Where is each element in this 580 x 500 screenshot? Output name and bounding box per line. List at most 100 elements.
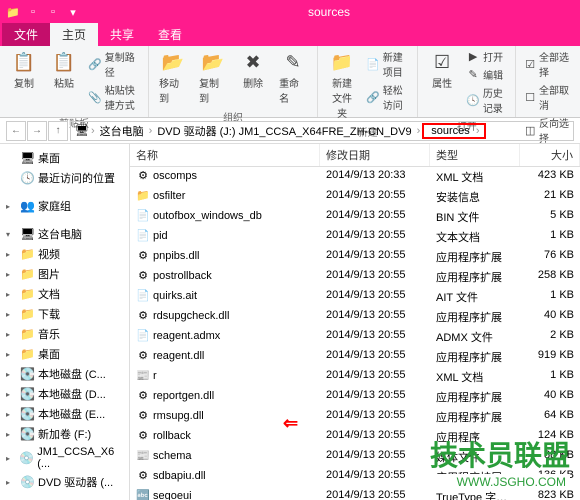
- qat-icon-3[interactable]: ▫: [44, 3, 62, 21]
- nav-homegroup[interactable]: ▸👥家庭组: [0, 196, 129, 216]
- nav-disk-e[interactable]: ▸💽本地磁盘 (E...: [0, 404, 129, 424]
- file-row[interactable]: ⚙reagent.dll2014/9/13 20:55应用程序扩展919 KB: [130, 347, 580, 367]
- file-row[interactable]: 📄quirks.ait2014/9/13 20:55AIT 文件1 KB: [130, 287, 580, 307]
- col-date[interactable]: 修改日期: [320, 144, 430, 166]
- edit-button[interactable]: ✎编辑: [464, 66, 509, 83]
- nav-dvd2[interactable]: ▸💿DVD 驱动器 (...: [0, 472, 129, 492]
- file-row[interactable]: 🔤segoeui2014/9/13 20:55TrueType 字体文件823 …: [130, 487, 580, 500]
- file-date: 2014/9/13 20:55: [320, 288, 430, 306]
- ribbon: 📋复制 📋粘贴 🔗复制路径 📎粘贴快捷方式 剪贴板 📂移动到 📂复制到 ✖删除 …: [0, 46, 580, 118]
- file-date: 2014/9/13 20:55: [320, 448, 430, 466]
- nav-pictures[interactable]: ▸📁图片: [0, 264, 129, 284]
- file-name: pid: [153, 230, 168, 242]
- breadcrumb-seg-1[interactable]: DVD 驱动器 (J:) JM1_CCSA_X64FRE_ZH-CN_DV9: [154, 123, 414, 139]
- qat-dropdown-icon[interactable]: ▾: [64, 3, 82, 21]
- properties-button[interactable]: ☑属性: [424, 48, 460, 92]
- file-type: 应用程序扩展: [430, 308, 520, 326]
- copy-button[interactable]: 📋复制: [6, 48, 42, 92]
- nav-back-button[interactable]: ←: [6, 121, 26, 141]
- computer-icon: 🖥: [75, 124, 89, 137]
- nav-disk-c[interactable]: ▸💽本地磁盘 (C...: [0, 364, 129, 384]
- new-item-button[interactable]: 📄新建项目: [364, 48, 411, 80]
- file-row[interactable]: 📰r2014/9/13 20:55XML 文档1 KB: [130, 367, 580, 387]
- file-size: 1 KB: [520, 288, 580, 306]
- col-type[interactable]: 类型: [430, 144, 520, 166]
- paste-button[interactable]: 📋粘贴: [46, 48, 82, 92]
- tab-share[interactable]: 共享: [98, 23, 146, 46]
- file-date: 2014/9/13 20:55: [320, 248, 430, 266]
- ribbon-group-organize: 📂移动到 📂复制到 ✖删除 ✎重命名 组织: [149, 46, 318, 117]
- move-to-button[interactable]: 📂移动到: [155, 48, 191, 107]
- file-row[interactable]: ⚙rmsupg.dll2014/9/13 20:55应用程序扩展64 KB: [130, 407, 580, 427]
- paste-shortcut-button[interactable]: 📎粘贴快捷方式: [86, 81, 142, 113]
- file-row[interactable]: ⚙rollback2014/9/13 20:55应用程序124 KB: [130, 427, 580, 447]
- file-date: 2014/9/13 20:55: [320, 428, 430, 446]
- nav-desktop2[interactable]: ▸📁桌面: [0, 344, 129, 364]
- delete-icon: ✖: [239, 50, 267, 74]
- file-type: AIT 文件: [430, 288, 520, 306]
- nav-forward-button[interactable]: →: [27, 121, 47, 141]
- file-row[interactable]: ⚙sdbapiu.dll2014/9/13 20:55应用程序扩展136 KB: [130, 467, 580, 487]
- ribbon-group-select: ☑全部选择 ☐全部取消 ◫反向选择 选择: [516, 46, 580, 117]
- folder-icon[interactable]: 📁: [4, 3, 22, 21]
- disk-icon: 💽: [20, 427, 34, 441]
- ribbon-tabs: 文件 主页 共享 查看: [0, 24, 580, 46]
- file-icon: ⚙: [136, 169, 150, 182]
- open-button[interactable]: ▶打开: [464, 48, 509, 65]
- nav-disk-f[interactable]: ▸💽新加卷 (F:): [0, 424, 129, 444]
- file-icon: 📄: [136, 289, 150, 302]
- file-name: rdsupgcheck.dll: [153, 310, 229, 322]
- copy-path-button[interactable]: 🔗复制路径: [86, 48, 142, 80]
- file-type: 应用程序: [430, 428, 520, 446]
- nav-documents[interactable]: ▸📁文档: [0, 284, 129, 304]
- delete-button[interactable]: ✖删除: [235, 48, 271, 92]
- file-type: TrueType 字体文件: [430, 488, 520, 500]
- breadcrumb-seg-0[interactable]: 这台电脑: [97, 123, 147, 139]
- file-row[interactable]: 📄reagent.admx2014/9/13 20:55ADMX 文件2 KB: [130, 327, 580, 347]
- select-none-button[interactable]: ☐全部取消: [522, 81, 574, 113]
- file-row[interactable]: 📄outofbox_windows_db2014/9/13 20:55BIN 文…: [130, 207, 580, 227]
- file-size: 2 KB: [520, 328, 580, 346]
- file-name: reagent.admx: [153, 330, 220, 342]
- nav-recent[interactable]: 🕓最近访问的位置: [0, 168, 129, 188]
- file-row[interactable]: ⚙reportgen.dll2014/9/13 20:55应用程序扩展40 KB: [130, 387, 580, 407]
- file-row[interactable]: 📄pid2014/9/13 20:55文本文档1 KB: [130, 227, 580, 247]
- file-row[interactable]: ⚙pnpibs.dll2014/9/13 20:55应用程序扩展76 KB: [130, 247, 580, 267]
- file-name: osfilter: [153, 190, 185, 202]
- chevron-right-icon: ›: [417, 125, 421, 137]
- nav-this-pc[interactable]: ▾🖥这台电脑: [0, 224, 129, 244]
- nav-desktop[interactable]: 🖥桌面: [0, 148, 129, 168]
- col-name[interactable]: 名称: [130, 144, 320, 166]
- file-row[interactable]: 📰schema2014/9/13 20:55媒体文件88 KB: [130, 447, 580, 467]
- nav-up-button[interactable]: ↑: [48, 121, 68, 141]
- tab-file[interactable]: 文件: [2, 23, 50, 46]
- rename-button[interactable]: ✎重命名: [275, 48, 311, 107]
- file-type: 应用程序扩展: [430, 408, 520, 426]
- file-type: 媒体文件: [430, 448, 520, 466]
- select-all-button[interactable]: ☑全部选择: [522, 48, 574, 80]
- file-type: 应用程序扩展: [430, 388, 520, 406]
- tab-home[interactable]: 主页: [50, 23, 98, 46]
- file-row[interactable]: ⚙rdsupgcheck.dll2014/9/13 20:55应用程序扩展40 …: [130, 307, 580, 327]
- breadcrumb-seg-2[interactable]: sources: [428, 125, 473, 137]
- file-row[interactable]: ⚙oscomps2014/9/13 20:33XML 文档423 KB: [130, 167, 580, 187]
- easy-access-button[interactable]: 🔗轻松访问: [364, 81, 411, 113]
- file-icon: ⚙: [136, 349, 150, 362]
- qat-icon-2[interactable]: ▫: [24, 3, 42, 21]
- col-size[interactable]: 大小: [520, 144, 580, 166]
- file-size: 1 KB: [520, 228, 580, 246]
- nav-music[interactable]: ▸📁音乐: [0, 324, 129, 344]
- tab-view[interactable]: 查看: [146, 23, 194, 46]
- nav-downloads[interactable]: ▸📁下载: [0, 304, 129, 324]
- file-row[interactable]: 📁osfilter2014/9/13 20:55安装信息21 KB: [130, 187, 580, 207]
- nav-videos[interactable]: ▸📁视频: [0, 244, 129, 264]
- copy-to-button[interactable]: 📂复制到: [195, 48, 231, 107]
- new-folder-button[interactable]: 📁新建 文件夹: [324, 48, 360, 122]
- file-row[interactable]: ⚙postrollback2014/9/13 20:55应用程序扩展258 KB: [130, 267, 580, 287]
- nav-dvd[interactable]: ▸💿JM1_CCSA_X6 (...: [0, 444, 129, 472]
- address-bar[interactable]: 🖥 › 这台电脑 › DVD 驱动器 (J:) JM1_CCSA_X64FRE_…: [70, 121, 574, 141]
- window-title: sources: [82, 5, 576, 19]
- file-type: 安装信息: [430, 188, 520, 206]
- history-button[interactable]: 🕓历史记录: [464, 84, 509, 116]
- nav-disk-d[interactable]: ▸💽本地磁盘 (D...: [0, 384, 129, 404]
